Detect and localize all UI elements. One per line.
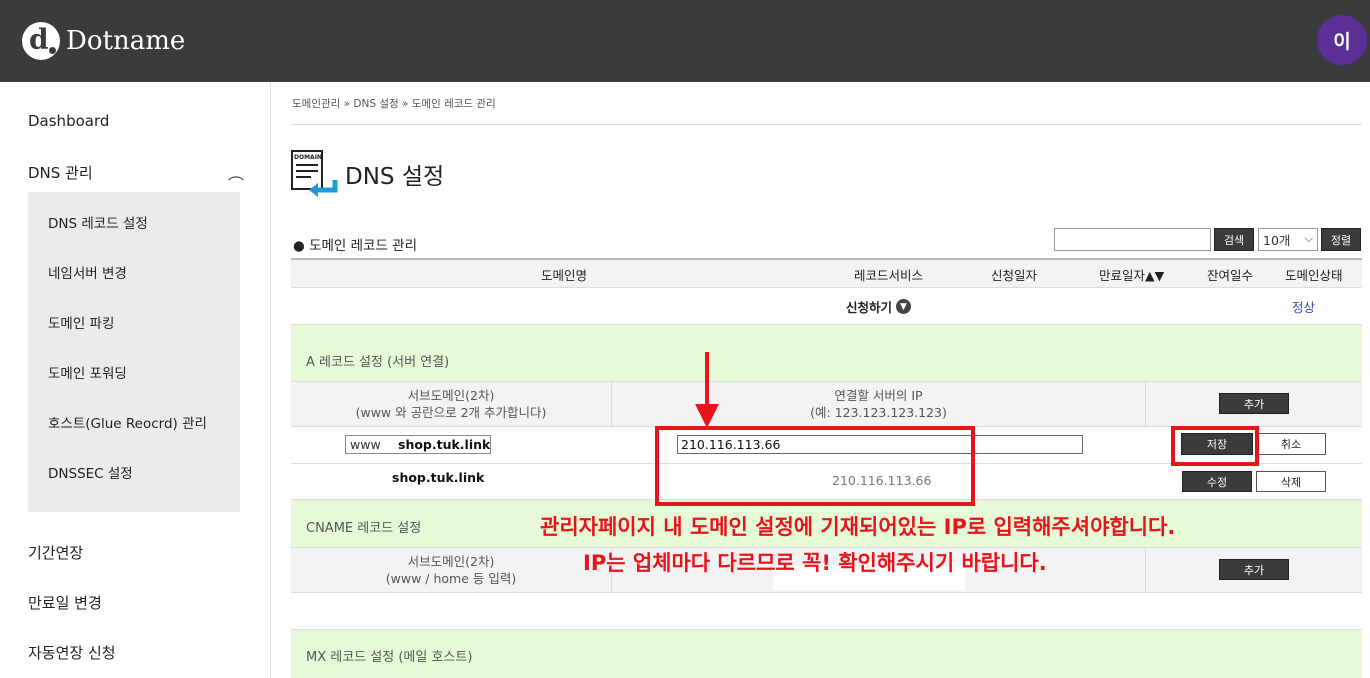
subdomain-input[interactable]: www shop.tuk.link: [345, 435, 491, 454]
edit-button[interactable]: 수정: [1182, 471, 1252, 492]
domain-suffix: shop.tuk.link: [398, 437, 491, 452]
page-title: DNS 설정: [345, 164, 445, 190]
a-record-title: A 레코드 설정 (서버 연결): [306, 355, 450, 370]
search-button[interactable]: 검색: [1214, 228, 1254, 251]
page-size-value: 10개: [1263, 233, 1291, 248]
top-bar: d Dotname 이: [0, 0, 1370, 82]
sidebar: Dashboard DNS 관리 ︵ DNS 레코드 설정 네임서버 변경 도메…: [0, 82, 271, 678]
existing-domain: shop.tuk.link: [392, 470, 485, 485]
col-subdomain-title: 서브도메인(2차): [407, 388, 495, 403]
logo-mark-icon: d: [22, 22, 60, 60]
divider: [291, 124, 1362, 125]
cname-record-title: CNAME 레코드 설정: [306, 521, 422, 536]
col-cname-subdomain-hint: (www / home 등 입력): [385, 571, 517, 586]
chevron-down-icon[interactable]: ︵: [228, 160, 244, 184]
status-badge[interactable]: 정상: [1292, 297, 1315, 316]
apply-label: 신청하기: [846, 300, 893, 315]
a-record-section: A 레코드 설정 (서버 연결): [291, 325, 1362, 382]
sidebar-item-expire-change[interactable]: 만료일 변경: [28, 592, 102, 613]
submenu-item-host-glue[interactable]: 호스트(Glue Reocrd) 관리: [48, 412, 207, 432]
col-domain-name[interactable]: 도메인명: [541, 265, 587, 284]
mx-record-section: MX 레코드 설정 (메일 호스트): [291, 630, 1362, 678]
a-record-header: 서브도메인(2차) (www 와 공란으로 2개 추가합니다) 연결할 서버의 …: [291, 381, 1362, 427]
submenu-item-forwarding[interactable]: 도메인 포워딩: [48, 362, 127, 382]
a-record-add-button[interactable]: 추가: [1219, 393, 1289, 414]
subdomain-value: www: [350, 437, 381, 452]
apply-button[interactable]: 신청하기 ▼: [846, 297, 912, 316]
sidebar-item-auto-renew[interactable]: 자동연장 신청: [28, 642, 116, 663]
col-domain-status[interactable]: 도메인상태: [1285, 265, 1343, 284]
domain-document-icon: DOMAIN: [291, 150, 338, 197]
search-input[interactable]: [1054, 228, 1211, 251]
logo-text: Dotname: [66, 26, 186, 56]
annotation-line-1: 관리자페이지 내 도메인 설정에 기재되어있는 IP로 입력해주셔야합니다.: [540, 515, 1176, 539]
col-remaining-days[interactable]: 잔여일수: [1207, 265, 1253, 284]
sidebar-item-dns-management[interactable]: DNS 관리: [28, 162, 93, 183]
submenu-item-nameserver[interactable]: 네임서버 변경: [48, 262, 127, 282]
delete-button[interactable]: 삭제: [1256, 471, 1326, 492]
submenu-item-parking[interactable]: 도메인 파킹: [48, 312, 114, 332]
table-row: 신청하기 ▼ 정상: [291, 288, 1362, 325]
mx-record-title: MX 레코드 설정 (메일 호스트): [306, 650, 473, 665]
chevron-down-icon: ▼: [896, 299, 912, 314]
svg-text:DOMAIN: DOMAIN: [294, 154, 322, 161]
sidebar-item-extend[interactable]: 기간연장: [28, 542, 83, 563]
save-highlight-box: [1171, 426, 1259, 466]
sidebar-item-dashboard[interactable]: Dashboard: [28, 112, 109, 130]
ip-highlight-box: [655, 426, 975, 506]
submenu-item-dns-record[interactable]: DNS 레코드 설정: [48, 212, 148, 232]
annotation-line-2: IP는 업체마다 다르므로 꼭! 확인해주시기 바랍니다.: [583, 551, 1047, 575]
breadcrumb: 도메인관리 » DNS 설정 » 도메인 레코드 관리: [292, 98, 496, 110]
col-cname-subdomain-title: 서브도메인(2차): [407, 554, 495, 569]
col-subdomain: 서브도메인(2차) (www 와 공란으로 2개 추가합니다): [291, 382, 612, 426]
col-expire-date[interactable]: 만료일자▲▼: [1099, 265, 1164, 284]
col-record-service[interactable]: 레코드서비스: [854, 265, 923, 284]
table-header: 도메인명 레코드서비스 신청일자 만료일자▲▼ 잔여일수 도메인상태: [291, 258, 1362, 288]
dns-submenu: DNS 레코드 설정 네임서버 변경 도메인 파킹 도메인 포워딩 호스트(Gl…: [28, 192, 240, 512]
col-apply-date[interactable]: 신청일자: [991, 265, 1037, 284]
chevron-down-icon: ⌵: [1304, 232, 1313, 245]
sort-button[interactable]: 정렬: [1321, 228, 1361, 251]
avatar[interactable]: 이: [1317, 15, 1367, 65]
cname-record-row: [291, 593, 1362, 630]
page-size-select[interactable]: 10개 ⌵: [1258, 228, 1318, 251]
section-label: ● 도메인 레코드 관리: [293, 238, 418, 254]
col-cname-subdomain: 서브도메인(2차) (www / home 등 입력): [291, 548, 612, 592]
dotname-logo[interactable]: d Dotname: [22, 22, 185, 60]
red-arrow-icon: [695, 352, 719, 428]
submenu-item-dnssec[interactable]: DNSSEC 설정: [48, 462, 133, 482]
cname-add-button[interactable]: 추가: [1219, 559, 1289, 580]
col-subdomain-hint: (www 와 공란으로 2개 추가합니다): [355, 405, 547, 420]
cancel-button[interactable]: 취소: [1256, 433, 1326, 455]
